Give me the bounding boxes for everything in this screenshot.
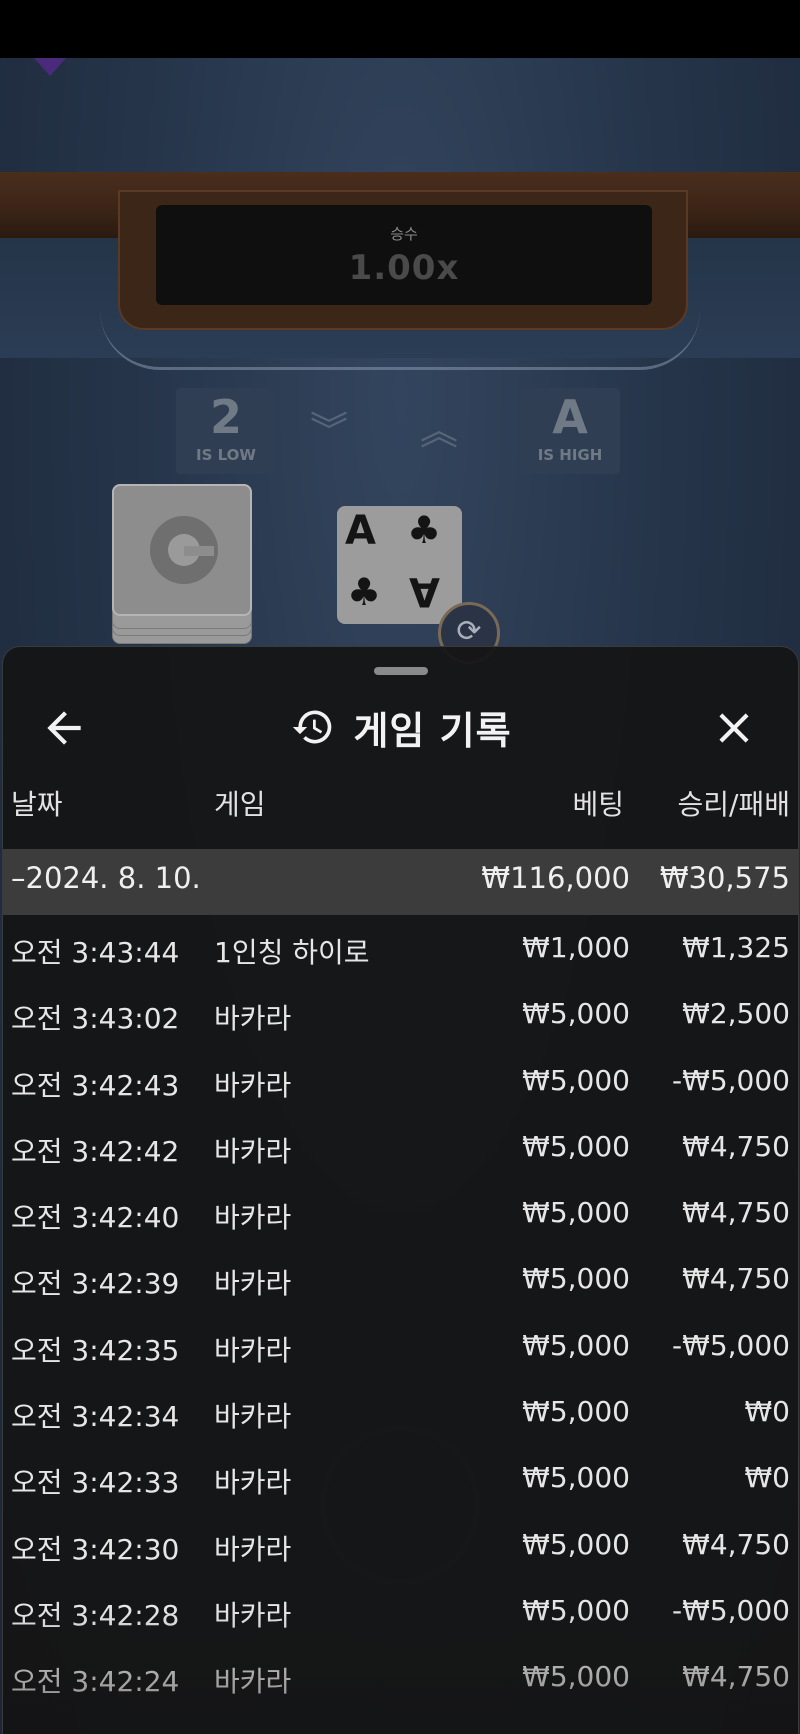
row-game: 바카라 [214, 1068, 292, 1102]
date-group-date: –2024. 8. 10. [11, 861, 201, 895]
history-row[interactable]: 오전 3:43:02 바카라 ₩5,000 ₩2,500 [3, 981, 798, 1047]
drag-handle[interactable] [374, 667, 428, 675]
row-bet: ₩5,000 [522, 1527, 630, 1561]
row-time: 오전 3:42:28 [11, 1598, 180, 1632]
row-game: 바카라 [214, 1400, 292, 1434]
row-bet: ₩5,000 [522, 1129, 630, 1163]
date-group-result-total: ₩30,575 [659, 861, 790, 895]
lower-chevrons-icon: ︾ [310, 409, 348, 453]
high-rank: A [552, 390, 588, 444]
row-time: 오전 3:42:40 [11, 1201, 180, 1235]
history-row[interactable]: 오전 3:42:34 바카라 ₩5,000 ₩0 [3, 1379, 798, 1445]
row-time: 오전 3:42:34 [11, 1400, 180, 1434]
row-result: ₩0 [744, 1395, 791, 1429]
higher-chevrons-icon: ︽ [420, 409, 458, 453]
row-result: -₩5,000 [672, 1063, 790, 1097]
history-row[interactable]: 오전 3:42:39 바카라 ₩5,000 ₩4,750 [3, 1246, 798, 1312]
row-game: 바카라 [214, 1201, 292, 1235]
card-deck [112, 484, 252, 644]
row-bet: ₩5,000 [522, 1196, 630, 1230]
close-icon[interactable] [709, 703, 759, 753]
row-bet: ₩5,000 [522, 997, 630, 1031]
row-game: 바카라 [214, 1665, 292, 1699]
row-bet: ₩1,000 [522, 931, 630, 964]
row-game: 바카라 [214, 1134, 292, 1168]
row-game: 바카라 [214, 1598, 292, 1632]
row-result: ₩4,750 [682, 1196, 790, 1230]
history-row[interactable]: 오전 3:42:43 바카라 ₩5,000 -₩5,000 [3, 1048, 798, 1114]
row-game: 바카라 [214, 1333, 292, 1367]
low-rank-badge: 2 IS LOW [176, 388, 276, 474]
felt-rim [100, 300, 700, 370]
low-rank: 2 [209, 390, 242, 444]
row-bet: ₩5,000 [522, 1262, 630, 1296]
card-rank-bottom: A [409, 568, 440, 614]
row-time: 오전 3:43:02 [11, 1002, 180, 1036]
multiplier-display: 승수 1.00x [156, 205, 652, 305]
low-rank-label: IS LOW [196, 446, 256, 464]
row-game: 바카라 [214, 1002, 292, 1036]
row-result: ₩4,750 [682, 1129, 790, 1163]
menu-corner-decoration [34, 58, 66, 76]
column-header-date: 날짜 [11, 788, 63, 821]
row-game: 바카라 [214, 1532, 292, 1566]
sheet-title: 게임 기록 [353, 708, 512, 753]
row-result: ₩4,750 [682, 1660, 790, 1694]
row-game: 1인칭 하이로 [214, 936, 370, 969]
row-time: 오전 3:42:30 [11, 1532, 180, 1566]
row-bet: ₩5,000 [522, 1593, 630, 1627]
history-row[interactable]: 오전 3:42:28 바카라 ₩5,000 -₩5,000 [3, 1578, 798, 1644]
row-bet: ₩5,000 [522, 1395, 630, 1429]
history-list: 오전 3:43:44 1인칭 하이로 ₩1,000 ₩1,325 오전 3:43:02 바… [3, 915, 798, 1711]
deck-logo-icon [150, 516, 218, 584]
high-rank-label: IS HIGH [537, 446, 603, 464]
row-result: -₩5,000 [672, 1593, 790, 1627]
history-row[interactable]: 오전 3:42:30 바카라 ₩5,000 ₩4,750 [3, 1512, 798, 1578]
arrow-left-icon[interactable] [39, 703, 89, 753]
multiplier-label: 승수 [390, 225, 418, 243]
history-row[interactable]: 오전 3:42:24 바카라 ₩5,000 ₩4,750 [3, 1644, 798, 1710]
row-result: ₩0 [744, 1461, 791, 1495]
game-history-sheet: 게임 기록 날짜 게임 베팅 승리/패배 –2024. 8. 10. ₩116,… [2, 646, 799, 1734]
column-header-bet: 베팅 [572, 788, 624, 821]
column-header-game: 게임 [214, 788, 266, 821]
row-bet: ₩5,000 [522, 1063, 630, 1097]
row-bet: ₩5,000 [522, 1328, 630, 1362]
row-bet: ₩5,000 [522, 1461, 630, 1495]
history-row[interactable]: 오전 3:43:44 1인칭 하이로 ₩1,000 ₩1,325 [3, 915, 798, 981]
history-row[interactable]: 오전 3:42:33 바카라 ₩5,000 ₩0 [3, 1445, 798, 1511]
row-time: 오전 3:42:33 [11, 1466, 180, 1500]
card-suit-top: ♣ [407, 508, 442, 552]
row-time: 오전 3:42:39 [11, 1267, 180, 1301]
row-game: 바카라 [214, 1267, 292, 1301]
current-card: A ♣ ♣ A [337, 506, 462, 624]
row-time: 오전 3:42:42 [11, 1134, 180, 1168]
row-result: -₩5,000 [672, 1328, 790, 1362]
row-result: ₩1,325 [682, 931, 790, 964]
row-game: 바카라 [214, 1466, 292, 1500]
multiplier-value: 1.00x [348, 248, 460, 288]
date-group-bet-total: ₩116,000 [481, 861, 630, 895]
column-header-result: 승리/패배 [677, 788, 790, 821]
row-time: 오전 3:42:35 [11, 1333, 180, 1367]
history-row[interactable]: 오전 3:42:35 바카라 ₩5,000 -₩5,000 [3, 1313, 798, 1379]
refresh-icon: ⟳ [456, 614, 482, 649]
row-result: ₩4,750 [682, 1527, 790, 1561]
date-group-row[interactable]: –2024. 8. 10. ₩116,000 ₩30,575 [3, 849, 798, 915]
status-bar [0, 0, 800, 58]
high-rank-badge: A IS HIGH [520, 388, 620, 474]
row-result: ₩4,750 [682, 1262, 790, 1296]
history-row[interactable]: 오전 3:42:40 바카라 ₩5,000 ₩4,750 [3, 1180, 798, 1246]
row-time: 오전 3:42:43 [11, 1068, 180, 1102]
sheet-header: 게임 기록 [3, 697, 798, 757]
card-suit-bottom: ♣ [347, 570, 382, 614]
card-rank-top: A [345, 508, 376, 554]
row-bet: ₩5,000 [522, 1660, 630, 1694]
row-time: 오전 3:43:44 [11, 936, 180, 969]
row-result: ₩2,500 [682, 997, 790, 1031]
history-icon [293, 710, 332, 744]
row-time: 오전 3:42:24 [11, 1665, 180, 1699]
history-row[interactable]: 오전 3:42:42 바카라 ₩5,000 ₩4,750 [3, 1114, 798, 1180]
